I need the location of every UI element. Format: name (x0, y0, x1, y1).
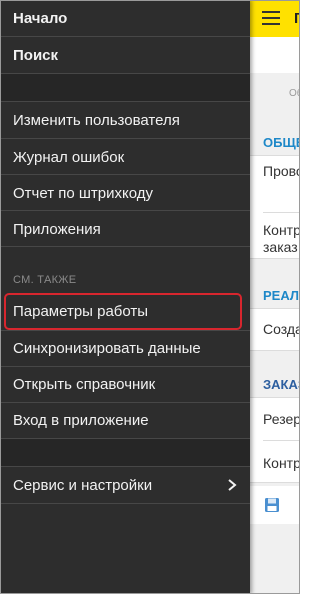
drawer-spacer (0, 74, 250, 102)
selection-highlight (4, 293, 242, 330)
divider (263, 440, 300, 441)
section-title-sales: РЕАЛИ (263, 288, 300, 303)
drawer-item-open-reference[interactable]: Открыть справочник (0, 366, 250, 402)
chevron-right-icon (228, 479, 237, 491)
see-also-header: СМ. ТАКЖЕ (13, 274, 77, 286)
drawer-divider (0, 503, 250, 504)
section-title-orders: ЗАКАЗ (263, 377, 300, 392)
drawer-item-change-user[interactable]: Изменить пользователя (0, 102, 250, 138)
drawer-item-barcode-report[interactable]: Отчет по штрихкоду (0, 175, 250, 211)
divider (250, 350, 300, 351)
drawer-item-service-settings[interactable]: Сервис и настройки (0, 467, 250, 503)
section-row[interactable]: Контр (263, 222, 300, 238)
section-row[interactable]: заказ (263, 239, 298, 255)
divider (250, 308, 300, 309)
app-title: Г (294, 10, 300, 27)
drawer-divider (0, 246, 250, 247)
hamburger-icon[interactable] (262, 11, 280, 25)
divider (250, 258, 300, 259)
section-row[interactable]: Созда (263, 321, 300, 337)
section-row[interactable]: Прово (263, 163, 300, 179)
drawer-item-label: Сервис и настройки (13, 476, 153, 494)
drawer-item-applications[interactable]: Приложения (0, 211, 250, 247)
divider (263, 212, 300, 213)
save-icon[interactable] (264, 497, 280, 513)
divider (250, 482, 300, 483)
app-caption: Об (289, 88, 300, 99)
section-row[interactable]: Резер (263, 411, 300, 427)
divider (250, 155, 300, 156)
drawer-spacer (0, 439, 250, 467)
drawer-item-sync-data[interactable]: Синхронизировать данные (0, 330, 250, 366)
drawer-item-error-log[interactable]: Журнал ошибок (0, 139, 250, 175)
section-title-general: ОБЩЕ (263, 135, 300, 150)
app-header-strip (250, 37, 300, 73)
drawer-item-search[interactable]: Поиск (0, 37, 250, 73)
main-app-panel: Г Об ОБЩЕ Прово Контр заказ РЕАЛИ Созда … (250, 0, 300, 594)
drawer-item-home[interactable]: Начало (0, 0, 250, 36)
app-toolbar: Г (250, 0, 300, 37)
section-row[interactable]: Контр (263, 455, 300, 471)
navigation-drawer: Начало Поиск Изменить пользователя Журна… (0, 0, 250, 594)
drawer-item-app-login[interactable]: Вход в приложение (0, 402, 250, 438)
divider (250, 397, 300, 398)
